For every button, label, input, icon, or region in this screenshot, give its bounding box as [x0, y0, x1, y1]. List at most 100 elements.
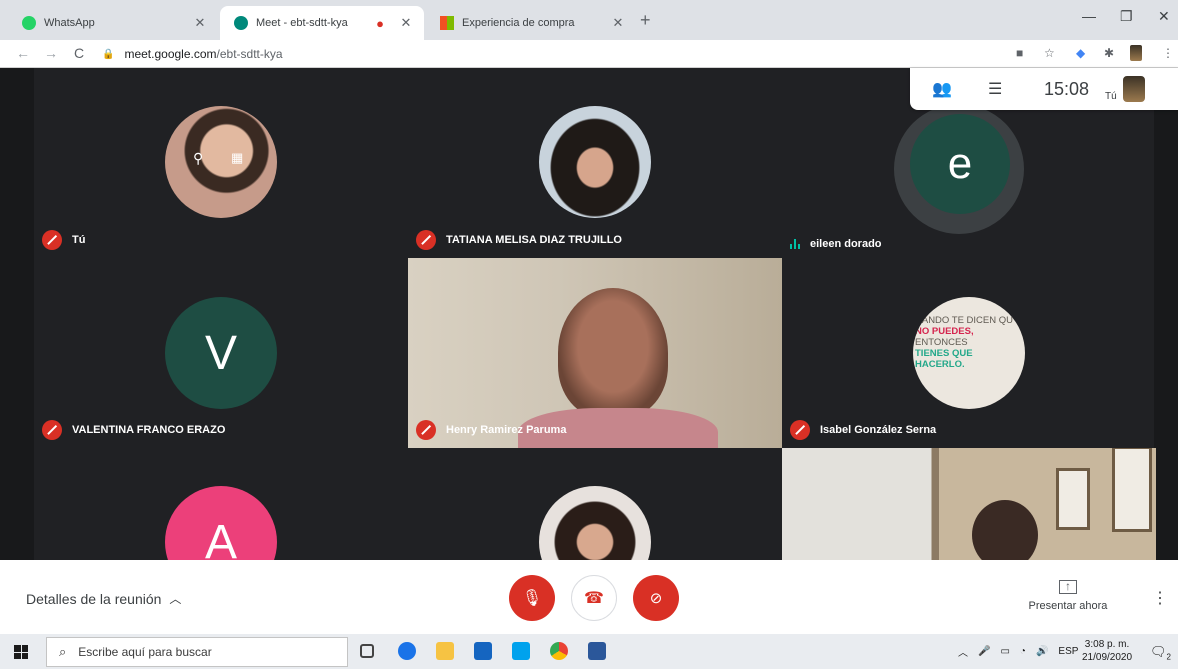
windows-start-icon[interactable] [14, 645, 28, 659]
minimize-icon[interactable]: — [1082, 8, 1096, 24]
url-field[interactable]: 🔒 meet.google.com/ebt-sdtt-kya [102, 44, 997, 64]
close-icon[interactable]: ✕ [610, 15, 626, 31]
menu-icon[interactable]: ⋮ [1162, 46, 1174, 60]
volume-icon[interactable]: 🔊 [1036, 646, 1048, 657]
chevron-up-icon[interactable]: ︿ [958, 644, 968, 659]
address-bar: ← → C 🔒 meet.google.com/ebt-sdtt-kya ■ ☆… [0, 40, 1178, 68]
meet-grid: ⚲ ▦ Tú TATIANA MELISA DIAZ TRUJILLO e ei… [0, 68, 1178, 560]
participant-label: Tú [42, 230, 85, 250]
participant-name: TATIANA MELISA DIAZ TRUJILLO [446, 234, 622, 246]
window-close-icon[interactable]: ✕ [1158, 8, 1170, 25]
tab-meet[interactable]: Meet - ebt-sdtt-kya ● ✕ [220, 6, 424, 40]
camera-toggle-button[interactable]: ⊘ [633, 575, 679, 621]
taskbar-time: 3:08 p. m. [1084, 639, 1130, 650]
profile-avatar[interactable] [1130, 45, 1142, 61]
quote-line: UANDO TE DICEN QU [915, 315, 1014, 326]
layout-icon[interactable]: ▦ [231, 150, 243, 166]
meeting-controls-bar: Detalles de la reunión ︿ 🎙 ☎ ⊘ ↑ Present… [0, 560, 1178, 634]
video-feed-frame [1112, 448, 1152, 532]
participant-name: VALENTINA FRANCO ERAZO [72, 424, 226, 436]
taskbar-clock[interactable]: 3:08 p. m. 21/09/2020 [1082, 638, 1132, 664]
whatsapp-icon [22, 16, 36, 30]
tab-whatsapp[interactable]: WhatsApp ✕ [8, 6, 218, 40]
avatar: A [165, 486, 277, 560]
app-l-icon[interactable] [512, 642, 530, 660]
wifi-icon[interactable]: ◔ [1020, 646, 1026, 657]
meeting-details-button[interactable]: Detalles de la reunión ︿ [26, 590, 181, 607]
microphone-icon[interactable]: 🎤 [978, 646, 990, 657]
participant-tile[interactable] [408, 448, 782, 560]
present-icon: ↑ [1059, 580, 1077, 594]
hangup-icon: ☎ [584, 590, 604, 607]
extension-icon[interactable]: ◆ [1076, 46, 1085, 60]
microsoft-icon [440, 16, 454, 30]
pin-icon[interactable]: ⚲ [193, 150, 203, 167]
left-rail [0, 68, 34, 560]
leave-call-button[interactable]: ☎ [571, 575, 617, 621]
new-tab-button[interactable]: + [640, 10, 651, 31]
chevron-up-icon: ︿ [169, 592, 182, 606]
speaking-indicator-icon [790, 239, 800, 249]
avatar: UANDO TE DICEN QU NO PUEDES, ENTONCES TI… [913, 297, 1025, 409]
camera-off-icon: ⊘ [649, 590, 663, 607]
quote-line: ENTONCES [915, 337, 968, 348]
mic-toggle-button[interactable]: 🎙 [509, 575, 555, 621]
avatar: e [910, 114, 1010, 214]
avatar-letter: A [204, 515, 237, 561]
participant-video-tile[interactable] [782, 448, 1156, 560]
self-preview[interactable] [1122, 76, 1145, 102]
chrome-icon[interactable] [550, 642, 568, 660]
recording-icon: ● [376, 15, 384, 31]
participant-tile[interactable]: ⚲ ▦ Tú [34, 68, 408, 258]
close-icon[interactable]: ✕ [192, 15, 208, 31]
present-now-button[interactable]: ↑ Presentar ahora [1026, 580, 1110, 612]
word-icon[interactable] [588, 642, 606, 660]
tab-experiencia[interactable]: Experiencia de compra ✕ [426, 6, 636, 40]
video-feed [972, 500, 1038, 560]
meeting-details-label: Detalles de la reunión [26, 590, 162, 607]
chat-icon[interactable]: ☰ [988, 79, 1044, 99]
mic-off-icon [416, 230, 436, 250]
tab-title: Experiencia de compra [462, 17, 575, 29]
reload-icon[interactable]: C [74, 45, 84, 61]
star-icon[interactable]: ☆ [1044, 46, 1055, 60]
file-explorer-icon[interactable] [436, 642, 454, 660]
mic-off-icon: 🎙 [521, 590, 543, 607]
self-label: Tú [1105, 90, 1117, 102]
mic-off-icon [416, 420, 436, 440]
video-feed-frame [1056, 468, 1090, 530]
participant-tile[interactable]: UANDO TE DICEN QU NO PUEDES, ENTONCES TI… [782, 258, 1156, 448]
taskbar-search-input[interactable]: ⌕ Escribe aquí para buscar [46, 637, 348, 667]
video-feed [558, 288, 668, 418]
avatar [539, 486, 651, 560]
quote-line: NO PUEDES, [915, 326, 974, 337]
url-host: meet.google.com [124, 47, 217, 61]
more-options-icon[interactable]: ⋮ [1152, 588, 1168, 608]
taskbar-date: 21/09/2020 [1082, 652, 1133, 663]
notification-center-icon[interactable]: 🗨2 [1150, 644, 1171, 662]
forward-icon[interactable]: → [44, 45, 58, 61]
search-icon: ⌕ [59, 644, 67, 659]
participant-name: eileen dorado [810, 238, 882, 250]
back-icon[interactable]: ← [16, 45, 30, 61]
avatar [539, 106, 651, 218]
participant-tile[interactable]: V VALENTINA FRANCO ERAZO [34, 258, 408, 448]
participant-tile[interactable]: TATIANA MELISA DIAZ TRUJILLO [408, 68, 782, 258]
battery-icon[interactable]: ▭ [1000, 646, 1009, 657]
language-indicator[interactable]: ESP [1058, 646, 1078, 657]
participant-video-tile[interactable]: Henry Ramirez Paruma [408, 258, 782, 448]
participant-label: eileen dorado [790, 238, 882, 250]
camera-indicator-icon[interactable]: ■ [1016, 46, 1023, 60]
system-tray: ︿ 🎤 ▭ ◔ 🔊 ESP [958, 644, 1078, 659]
puzzle-icon[interactable]: ✱ [1104, 46, 1114, 60]
edge-icon[interactable] [398, 642, 416, 660]
meet-icon [234, 16, 248, 30]
restore-icon[interactable]: ❐ [1120, 8, 1133, 25]
mic-off-icon [790, 420, 810, 440]
people-icon[interactable]: 👥 [932, 79, 988, 99]
mail-icon[interactable] [474, 642, 492, 660]
participant-label: TATIANA MELISA DIAZ TRUJILLO [416, 230, 622, 250]
task-view-icon[interactable] [360, 644, 374, 658]
participant-tile[interactable]: A [34, 448, 408, 560]
close-icon[interactable]: ✕ [398, 15, 414, 31]
